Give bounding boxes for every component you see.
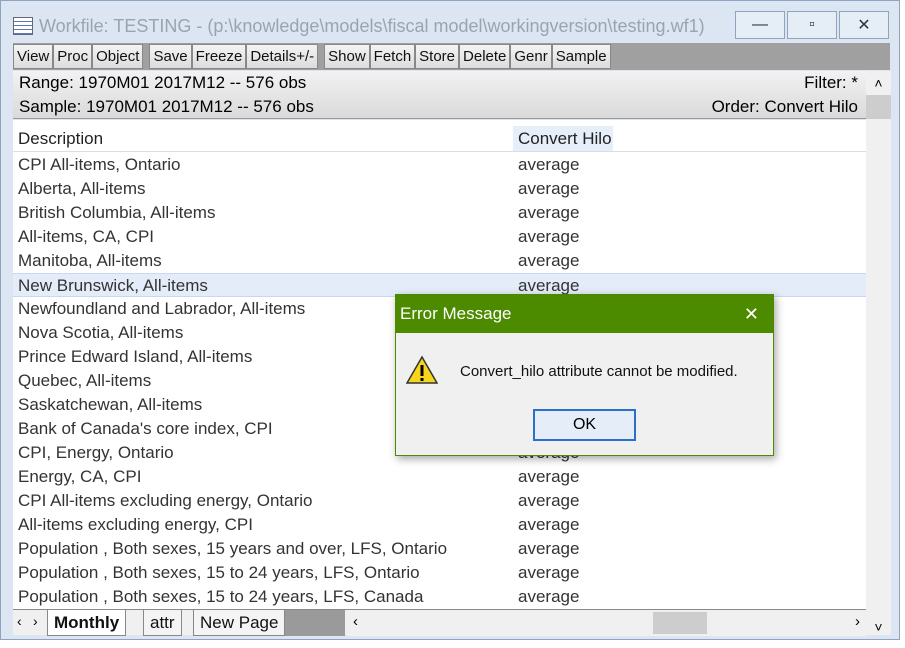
horizontal-scrollbar[interactable]: ‹ › <box>347 610 866 636</box>
warning-icon <box>406 355 438 384</box>
page-tab-bar: ‹ › Monthly attr New Page ‹ › <box>13 609 866 636</box>
column-header-convert-hilo[interactable]: Convert Hilo <box>513 126 613 152</box>
row-description: Population , Both sexes, 15 years and ov… <box>18 539 448 558</box>
row-description: Manitoba, All-items <box>18 251 162 270</box>
row-description: All-items excluding energy, CPI <box>18 515 253 534</box>
range-text: Range: 1970M01 2017M12 -- 576 obs <box>19 73 307 92</box>
tab-monthly[interactable]: Monthly <box>47 610 127 636</box>
tab-new-page[interactable]: New Page <box>193 610 286 636</box>
row-convert-hilo: average <box>518 251 580 270</box>
toolbar-sample-button[interactable]: Sample <box>551 44 611 69</box>
row-description: Population , Both sexes, 15 to 24 years,… <box>18 563 420 582</box>
ok-button[interactable]: OK <box>533 409 636 441</box>
row-description: All-items, CA, CPI <box>18 227 155 246</box>
maximize-button[interactable]: ▫ <box>787 11 837 39</box>
error-dialog: Error Message ✕ Convert_hilo attribute c… <box>395 294 774 456</box>
row-convert-hilo: average <box>518 563 580 582</box>
toolbar-freeze-button[interactable]: Freeze <box>191 44 247 69</box>
toolbar-details-button[interactable]: Details+/- <box>246 44 319 69</box>
row-description: Newfoundland and Labrador, All-items <box>18 299 306 318</box>
sample-text: Sample: 1970M01 2017M12 -- 576 obs <box>19 97 314 116</box>
row-convert-hilo: average <box>518 491 580 510</box>
horizontal-scroll-thumb[interactable] <box>653 612 707 634</box>
table-row[interactable]: Population , Both sexes, 15 to 24 years,… <box>13 561 866 585</box>
table-row[interactable]: CPI All-items, Ontario average <box>13 153 866 177</box>
toolbar-genr-button[interactable]: Genr <box>510 44 552 69</box>
row-description: New Brunswick, All-items <box>18 276 208 295</box>
toolbar-fetch-button[interactable]: Fetch <box>369 44 416 69</box>
workfile-icon <box>13 17 33 35</box>
dialog-message: Convert_hilo attribute cannot be modifie… <box>460 363 738 380</box>
dialog-close-button[interactable]: ✕ <box>744 295 759 333</box>
row-description: Bank of Canada's core index, CPI <box>18 419 273 438</box>
close-button[interactable]: ✕ <box>839 11 889 39</box>
table-row[interactable]: Manitoba, All-items average <box>13 249 866 273</box>
table-row[interactable]: Population , Both sexes, 15 years and ov… <box>13 537 866 561</box>
order-text[interactable]: Order: Convert Hilo <box>712 95 858 119</box>
row-description: Alberta, All-items <box>18 179 146 198</box>
scroll-thumb[interactable] <box>866 95 891 119</box>
toolbar: View Proc Object Save Freeze Details+/- Show Fe… <box>13 43 890 70</box>
filter-text[interactable]: Filter: * <box>804 71 858 95</box>
toolbar-view-button[interactable]: View <box>13 44 54 69</box>
dialog-title: Error Message <box>400 304 512 323</box>
row-convert-hilo: average <box>518 155 580 174</box>
scroll-right-icon[interactable]: › <box>855 613 860 630</box>
row-description: Nova Scotia, All-items <box>18 323 184 342</box>
info-panel: Range: 1970M01 2017M12 -- 576 obs Sample… <box>13 71 866 119</box>
toolbar-show-button[interactable]: Show <box>324 44 370 69</box>
row-description: Prince Edward Island, All-items <box>18 347 253 366</box>
table-row[interactable]: British Columbia, All-items average <box>13 201 866 225</box>
window-title: Workfile: TESTING - (p:\knowledge\models… <box>39 15 705 36</box>
table-row[interactable]: Energy, CA, CPI average <box>13 465 866 489</box>
table-row[interactable]: All-items excluding energy, CPI average <box>13 513 866 537</box>
toolbar-save-button[interactable]: Save <box>149 44 192 69</box>
toolbar-store-button[interactable]: Store <box>415 44 460 69</box>
column-header-description[interactable]: Description <box>18 126 103 152</box>
row-description: Energy, CA, CPI <box>18 467 142 486</box>
tab-scroll-right-icon[interactable]: › <box>33 613 38 629</box>
vertical-scrollbar[interactable]: ˄ ˅ <box>866 71 891 635</box>
toolbar-delete-button[interactable]: Delete <box>459 44 511 69</box>
row-convert-hilo: average <box>518 587 580 606</box>
toolbar-proc-button[interactable]: Proc <box>53 44 93 69</box>
row-convert-hilo: average <box>518 515 580 534</box>
table-row[interactable]: Population , Both sexes, 15 to 24 years,… <box>13 585 866 609</box>
table-row[interactable]: CPI All-items excluding energy, Ontario a… <box>13 489 866 513</box>
row-description: Saskatchewan, All-items <box>18 395 203 414</box>
toolbar-object-button[interactable]: Object <box>92 44 144 69</box>
row-convert-hilo: average <box>518 539 580 558</box>
row-description: CPI, Energy, Ontario <box>18 443 174 462</box>
row-convert-hilo: average <box>518 467 580 486</box>
row-convert-hilo: average <box>518 203 580 222</box>
row-convert-hilo: average <box>518 179 580 198</box>
row-description: Population , Both sexes, 15 to 24 years,… <box>18 587 424 606</box>
row-description: British Columbia, All-items <box>18 203 216 222</box>
row-description: CPI All-items, Ontario <box>18 155 181 174</box>
scroll-up-icon[interactable]: ˄ <box>866 71 891 95</box>
table-row[interactable]: All-items, CA, CPI average <box>13 225 866 249</box>
row-description: CPI All-items excluding energy, Ontario <box>18 491 313 510</box>
scroll-down-icon[interactable]: ˅ <box>866 619 891 635</box>
row-convert-hilo: average <box>518 227 580 246</box>
tab-attr[interactable]: attr <box>143 610 182 636</box>
dialog-title-bar: Error Message ✕ <box>396 295 773 333</box>
row-description: Quebec, All-items <box>18 371 152 390</box>
tab-scroll-left-icon[interactable]: ‹ <box>17 613 22 629</box>
minimize-button[interactable]: — <box>735 11 785 39</box>
scroll-left-icon[interactable]: ‹ <box>353 613 358 630</box>
table-row[interactable]: Alberta, All-items average <box>13 177 866 201</box>
title-bar: Workfile: TESTING - (p:\knowledge\models… <box>13 13 705 39</box>
